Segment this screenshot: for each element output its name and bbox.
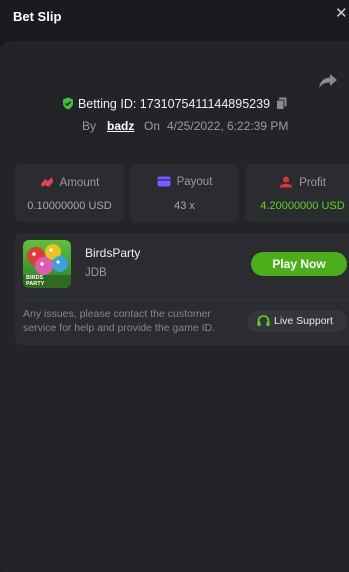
- thumbnail-text: BIRDS PARTY: [26, 275, 45, 287]
- amount-icon: [40, 177, 53, 187]
- verified-shield-icon: [62, 97, 73, 110]
- bet-meta-row: By badz On 4/25/2022, 6:22:39 PM: [0, 119, 349, 135]
- betting-id-row: Betting ID: 1731075411144895239: [0, 97, 349, 115]
- game-thumbnail[interactable]: BIRDS PARTY: [23, 240, 71, 288]
- stat-amount: Amount 0.10000000 USD: [15, 164, 124, 222]
- stat-payout-value: 43 x: [174, 200, 195, 212]
- stat-profit-value: 4.20000000 USD: [260, 200, 345, 212]
- bet-slip-header: Bet Slip ✕: [0, 0, 349, 36]
- stat-payout: Payout 43 x: [130, 164, 239, 222]
- stat-amount-value: 0.10000000 USD: [27, 200, 112, 212]
- bet-datetime: 4/25/2022, 6:22:39 PM: [167, 119, 289, 133]
- by-label: By: [82, 119, 97, 133]
- game-card: BIRDS PARTY BirdsParty JDB Play Now Any …: [15, 233, 349, 345]
- stat-payout-label: Payout: [176, 176, 213, 188]
- game-name: BirdsParty: [85, 246, 141, 260]
- divider: [23, 300, 349, 301]
- live-support-button[interactable]: Live Support: [247, 310, 347, 332]
- live-support-label: Live Support: [274, 315, 333, 327]
- stat-profit: Profit 4.20000000 USD: [245, 164, 349, 222]
- stat-profit-label: Profit: [299, 177, 326, 189]
- close-icon[interactable]: ✕: [335, 4, 349, 26]
- payout-card-icon: [157, 176, 171, 187]
- username-link[interactable]: badz: [107, 119, 134, 133]
- copy-icon[interactable]: [276, 97, 287, 110]
- play-now-button[interactable]: Play Now: [251, 252, 347, 276]
- stat-amount-label: Amount: [59, 177, 100, 189]
- betting-id: Betting ID: 1731075411144895239: [77, 97, 271, 111]
- profit-icon: [280, 176, 293, 188]
- headset-icon: [257, 315, 270, 326]
- on-label: On: [144, 119, 161, 133]
- support-notice: Any issues, please contact the customer …: [23, 308, 216, 334]
- page-title: Bet Slip: [13, 9, 62, 24]
- game-provider: JDB: [85, 267, 107, 279]
- share-icon[interactable]: [318, 73, 338, 89]
